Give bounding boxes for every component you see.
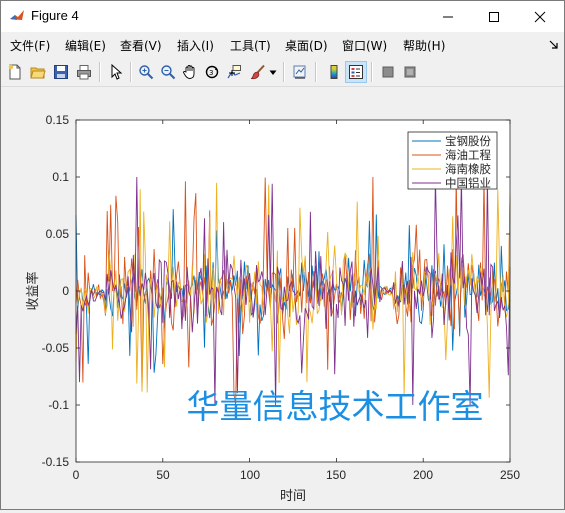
pointer-icon bbox=[111, 64, 123, 80]
toolbar-separator bbox=[283, 62, 285, 82]
rotate-3d-button[interactable]: 3 bbox=[201, 61, 223, 83]
hide-plot-tools-icon bbox=[382, 66, 394, 78]
y-axis-label: 收益率 bbox=[25, 271, 41, 310]
zoom-out-icon bbox=[161, 65, 176, 80]
data-cursor-icon bbox=[227, 65, 241, 79]
brush-icon bbox=[250, 64, 265, 80]
y-tick-label: 0.15 bbox=[46, 113, 70, 127]
close-icon bbox=[534, 11, 546, 22]
legend-label: 中国铝业 bbox=[445, 176, 491, 190]
menu-desktop[interactable]: 桌面(D) bbox=[285, 37, 328, 54]
x-tick-label: 50 bbox=[156, 468, 170, 482]
y-tick-label: -0.1 bbox=[48, 398, 69, 412]
maximize-button[interactable] bbox=[471, 1, 517, 32]
menu-view[interactable]: 查看(V) bbox=[120, 37, 162, 54]
legend-label: 海油工程 bbox=[445, 148, 491, 162]
zoom-in-icon bbox=[139, 65, 154, 80]
print-icon bbox=[77, 65, 91, 80]
menu-window[interactable]: 窗口(W) bbox=[342, 37, 387, 54]
toolbar-separator bbox=[371, 62, 373, 82]
legend-label: 宝钢股份 bbox=[445, 134, 491, 148]
pan-button[interactable] bbox=[179, 61, 201, 83]
minimize-icon bbox=[443, 16, 453, 17]
show-plot-tools-button[interactable] bbox=[399, 61, 421, 83]
hide-plot-tools-button[interactable] bbox=[377, 61, 399, 83]
x-tick-label: 150 bbox=[326, 468, 346, 482]
figure-canvas: 0.15 0.1 0.05 0 -0.05 -0.1 -0.15 0 50 10… bbox=[1, 87, 564, 509]
toolbar-separator bbox=[130, 62, 132, 82]
colorbar-icon bbox=[330, 65, 338, 79]
menu-help[interactable]: 帮助(H) bbox=[403, 37, 445, 54]
brush-dropdown-icon[interactable] bbox=[269, 70, 277, 76]
legend-icon bbox=[349, 65, 363, 79]
toolbar-separator bbox=[99, 62, 101, 82]
minimize-button[interactable] bbox=[425, 1, 471, 32]
show-plot-tools-icon bbox=[404, 66, 416, 78]
new-figure-icon bbox=[8, 64, 21, 80]
close-button[interactable] bbox=[517, 1, 563, 32]
menu-edit[interactable]: 编辑(E) bbox=[65, 37, 106, 54]
y-tick-label: -0.15 bbox=[42, 455, 70, 469]
x-tick-label: 200 bbox=[413, 468, 433, 482]
legend-label: 海南橡胶 bbox=[445, 162, 491, 176]
watermark-text: 华量信息技术工作室 bbox=[187, 387, 484, 426]
open-file-button[interactable] bbox=[27, 61, 49, 83]
save-button[interactable] bbox=[50, 61, 72, 83]
new-figure-button[interactable] bbox=[4, 61, 26, 83]
svg-text:3: 3 bbox=[209, 69, 213, 77]
brush-button[interactable] bbox=[247, 61, 269, 83]
open-file-icon bbox=[30, 67, 46, 79]
link-plot-icon bbox=[293, 65, 306, 79]
zoom-in-button[interactable] bbox=[135, 61, 157, 83]
menu-tools[interactable]: 工具(T) bbox=[230, 37, 271, 54]
matlab-icon bbox=[10, 10, 24, 20]
pointer-button[interactable] bbox=[105, 61, 127, 83]
x-axis-label: 时间 bbox=[280, 489, 306, 504]
figure-toolbar: 3 bbox=[1, 58, 564, 87]
menu-file[interactable]: 文件(F) bbox=[10, 37, 50, 54]
pan-icon bbox=[183, 65, 195, 79]
y-tick-label: -0.05 bbox=[42, 341, 70, 355]
menu-bar: 文件(F) 编辑(E) 查看(V) 插入(I) 工具(T) 桌面(D) 窗口(W… bbox=[1, 32, 564, 58]
zoom-out-button[interactable] bbox=[157, 61, 179, 83]
legend[interactable]: 宝钢股份 海油工程 海南橡胶 中国铝业 bbox=[407, 131, 498, 190]
title-bar[interactable]: Figure 4 bbox=[1, 1, 564, 32]
rotate-3d-icon: 3 bbox=[205, 65, 219, 79]
save-icon bbox=[54, 65, 68, 79]
print-button[interactable] bbox=[73, 61, 95, 83]
y-tick-label: 0.1 bbox=[52, 170, 69, 184]
maximize-icon bbox=[489, 11, 499, 22]
line-plot[interactable]: 0.15 0.1 0.05 0 -0.05 -0.1 -0.15 0 50 10… bbox=[1, 87, 564, 509]
data-cursor-button[interactable] bbox=[223, 61, 245, 83]
y-tick-label: 0 bbox=[62, 284, 69, 298]
dock-arrow-icon[interactable] bbox=[549, 40, 559, 50]
toolbar-separator bbox=[315, 62, 317, 82]
legend-button[interactable] bbox=[345, 61, 367, 83]
figure-window: Figure 4 文件(F) 编辑(E) 查看(V) 插入(I) 工具(T) 桌… bbox=[0, 0, 565, 510]
x-tick-label: 250 bbox=[500, 468, 520, 482]
colorbar-button[interactable] bbox=[323, 61, 345, 83]
y-tick-label: 0.05 bbox=[46, 227, 70, 241]
menu-insert[interactable]: 插入(I) bbox=[177, 37, 214, 54]
x-tick-label: 100 bbox=[240, 468, 260, 482]
link-plot-button[interactable] bbox=[289, 61, 311, 83]
x-tick-label: 0 bbox=[73, 468, 80, 482]
window-title: Figure 4 bbox=[31, 8, 79, 23]
